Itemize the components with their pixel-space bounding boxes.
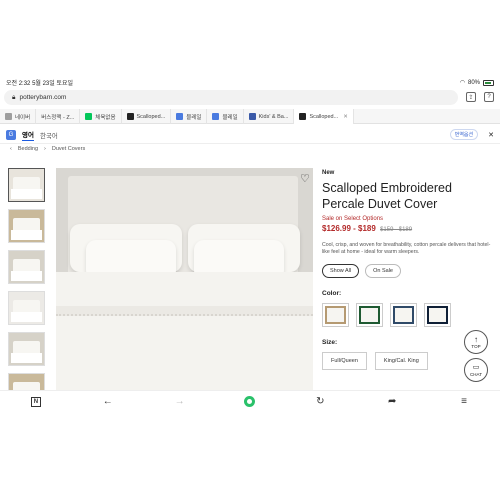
heart-icon[interactable]: ♡ — [300, 172, 312, 185]
filter-toggle: Show All On Sale — [322, 264, 494, 278]
swatch-navy[interactable] — [424, 303, 451, 327]
chat-bubble-icon: ▭ — [472, 363, 480, 371]
tab-sports[interactable]: 체육없음 — [80, 109, 122, 124]
tab-label: 블레일 — [186, 114, 202, 121]
tab-strip: 네이버 버스정맥 - Z... 체육없음 Scalloped... 블레일 블레… — [0, 109, 500, 124]
translate-options-button[interactable]: 번역옵션 — [449, 129, 479, 140]
status-time: 오전 2:32 — [6, 81, 31, 87]
share-button[interactable]: ➦ — [385, 395, 399, 409]
blog-icon — [176, 113, 184, 120]
thumbnail-1[interactable] — [8, 168, 45, 202]
tab-label: 블레일 — [222, 114, 238, 121]
tab-label: Scalloped... — [309, 113, 339, 120]
show-all-button[interactable]: Show All — [322, 264, 360, 278]
breadcrumb-duvet-covers[interactable]: Duvet Covers — [52, 146, 85, 152]
house-icon — [5, 113, 12, 120]
tab-scalloped-1[interactable]: Scalloped... — [122, 109, 172, 124]
duvet — [56, 272, 313, 390]
breadcrumb-bedding[interactable]: Bedding — [18, 146, 38, 152]
n-icon: N — [30, 396, 41, 407]
share-icon: ➦ — [387, 396, 397, 407]
sale-link[interactable]: Sale on Select Options — [322, 216, 494, 222]
swatch-blue[interactable] — [390, 303, 417, 327]
lang-korean[interactable]: 한국어 — [40, 130, 58, 140]
naver-home-button[interactable]: N — [29, 395, 43, 409]
battery-icon — [483, 79, 494, 86]
product-title: Scalloped Embroidered Percale Duvet Cove… — [322, 181, 452, 211]
green-dot-button[interactable] — [244, 396, 256, 407]
thumbnail-4[interactable] — [8, 291, 45, 325]
original-price: $159 - $189 — [380, 227, 413, 233]
tab-bus[interactable]: 버스정맥 - Z... — [36, 109, 81, 124]
share-page-icon[interactable]: ⇪ — [466, 92, 476, 102]
url-text: potterybarn.com — [19, 94, 67, 101]
breadcrumb: ‹ Bedding › Duvet Covers — [10, 146, 85, 152]
color-swatches — [322, 303, 494, 327]
tab-label: Kids' & Ba... — [258, 113, 289, 120]
thumbnail-5[interactable] — [8, 332, 45, 366]
bottom-toolbar: N ← → ↻ ➦ ≡ — [0, 390, 500, 412]
size-full-queen[interactable]: Full/Queen — [322, 352, 367, 370]
translate-bar: G 영어 한국어 번역옵션 ✕ — [0, 126, 500, 144]
breadcrumb-separator: › — [44, 146, 46, 152]
product-description: Cool, crisp, and woven for breathability… — [322, 242, 491, 255]
tab-scalloped-active[interactable]: Scalloped... ✕ — [294, 109, 354, 124]
top-label: TOP — [471, 343, 481, 349]
back-arrow-icon: ← — [102, 396, 113, 407]
thumbnail-list — [8, 168, 46, 410]
thumbnail-3[interactable] — [8, 250, 45, 284]
chat-button[interactable]: ▭ CHAT — [464, 358, 488, 382]
reload-button[interactable]: ↻ — [313, 395, 327, 409]
address-bar[interactable]: 🔒︎ potterybarn.com — [4, 90, 458, 105]
status-date: 5월 23일 토요일 — [32, 81, 74, 87]
close-tab-icon[interactable]: ✕ — [343, 114, 348, 120]
tab-kids[interactable]: Kids' & Ba... — [244, 109, 295, 124]
price: $126.99 - $189 $159 - $189 — [322, 224, 494, 233]
blog-icon — [212, 113, 220, 120]
scallop-edge — [56, 316, 313, 322]
product-main-image[interactable] — [56, 168, 313, 390]
arrow-up-icon: ↑ — [474, 334, 478, 344]
status-bar: 오전 2:32 5월 23일 토요일 ◠ 80% — [0, 76, 500, 89]
lang-english[interactable]: 영어 — [22, 129, 34, 141]
color-label: Color: — [322, 290, 342, 297]
breadcrumb-back-icon[interactable]: ‹ — [10, 146, 12, 152]
swatch-green[interactable] — [356, 303, 383, 327]
forward-arrow-icon: → — [174, 396, 185, 407]
forward-button[interactable]: → — [173, 395, 187, 409]
swatch-tan[interactable] — [322, 303, 349, 327]
hamburger-icon: ≡ — [461, 396, 467, 407]
back-button[interactable]: ← — [101, 395, 115, 409]
on-sale-button[interactable]: On Sale — [365, 264, 401, 278]
tab-blog-1[interactable]: 블레일 — [171, 109, 208, 124]
lock-icon: 🔒︎ — [12, 93, 16, 101]
tab-blog-2[interactable]: 블레일 — [207, 109, 244, 124]
sale-price: $126.99 - $189 — [322, 224, 376, 233]
translate-icon: G — [6, 129, 16, 140]
top-button[interactable]: ↑ TOP — [464, 330, 488, 354]
tab-label: 체육없음 — [95, 114, 116, 121]
size-king[interactable]: King/Cal. King — [374, 352, 428, 370]
tab-label: Scalloped... — [136, 113, 166, 120]
new-badge: New — [322, 170, 335, 176]
tab-label: 버스정맥 - Z... — [41, 114, 75, 121]
close-icon[interactable]: ✕ — [488, 131, 494, 139]
duvet-fold — [56, 306, 313, 316]
pb-icon — [299, 113, 307, 120]
chat-label: CHAT — [470, 371, 482, 377]
battery-percent: 80% — [467, 79, 480, 86]
naver-icon — [85, 113, 93, 120]
tab-label: 네이버 — [15, 114, 31, 121]
pbk-icon — [248, 113, 256, 120]
browser-frame: 오전 2:32 5월 23일 토요일 ◠ 80% 🔒︎ potterybarn.… — [0, 76, 500, 410]
thumbnail-2[interactable] — [8, 209, 45, 243]
menu-button[interactable]: ≡ — [457, 395, 471, 409]
help-icon[interactable]: ? — [484, 92, 494, 102]
reload-icon: ↻ — [316, 396, 325, 407]
tab-naver[interactable]: 네이버 — [0, 109, 37, 124]
pb-icon — [126, 113, 134, 120]
wifi-icon: ◠ — [459, 80, 465, 86]
